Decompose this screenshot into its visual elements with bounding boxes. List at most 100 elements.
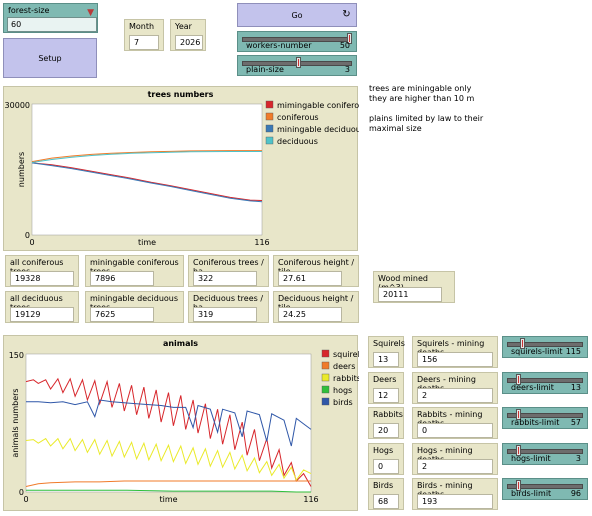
- plot-area: [31, 103, 263, 236]
- monitor-value: 2: [417, 387, 493, 403]
- year-monitor: Year 2026: [170, 19, 206, 51]
- animal-limit-slider[interactable]: rabbits-limit 57: [502, 407, 588, 429]
- monitor-value: 156: [417, 352, 493, 367]
- limit-value: 3: [575, 453, 581, 463]
- monitor-value: 12: [373, 387, 399, 403]
- chevron-down-icon: ▼: [87, 8, 94, 18]
- y-axis-label: animals numbers: [11, 388, 20, 457]
- x-axis-label: time: [138, 238, 156, 247]
- forest-size-label: forest-size: [8, 6, 50, 15]
- animal-deaths-monitor: Hogs - mining deaths2: [412, 442, 498, 475]
- go-button-label: Go: [291, 10, 303, 20]
- monitor-label: Deers: [373, 374, 397, 384]
- setup-button-label: Setup: [38, 53, 62, 63]
- monitor-value: 13: [373, 352, 399, 367]
- legend-label: coniferous: [277, 113, 319, 122]
- monitor-value: 20: [373, 423, 399, 438]
- legend-label: mimingable coniferous: [277, 101, 359, 110]
- monitor-value: 0: [417, 423, 493, 438]
- forever-loop-icon: ↻: [342, 9, 351, 20]
- year-label: Year: [175, 22, 192, 31]
- forest-size-chooser[interactable]: forest-size 60 ▼: [3, 3, 98, 33]
- legend-swatch: [321, 349, 330, 358]
- animal-count-monitor: Deers 12: [368, 371, 404, 404]
- legend-swatch: [265, 124, 274, 133]
- tree-monitor: Deciduous height / tile24.25: [273, 291, 359, 323]
- tree-monitor: all coniferous trees19328: [5, 255, 79, 287]
- month-value: 7: [129, 35, 159, 50]
- monitor-label: Squirels: [373, 339, 405, 348]
- monitor-value: 7896: [90, 271, 154, 286]
- legend-label: deers: [333, 362, 355, 371]
- monitor-value: 24.25: [278, 307, 342, 322]
- tree-monitor: Coniferous trees / ha322: [188, 255, 269, 287]
- tree-monitor: miningable coniferous trees7896: [85, 255, 184, 287]
- limit-value: 115: [565, 347, 581, 356]
- y-axis-label: numbers: [17, 152, 26, 187]
- monitor-value: 27.61: [278, 271, 342, 286]
- trees-chart: 3000000 116timenumbersmimingable conifero…: [5, 100, 359, 247]
- month-label: Month: [129, 22, 155, 31]
- limit-label: birds-limit: [511, 489, 552, 498]
- note-line: trees are miningable only: [369, 84, 472, 93]
- wood-mined-value: 20111: [378, 287, 442, 302]
- legend-label: squirels: [333, 350, 359, 359]
- wood-mined-monitor: Wood mined (m^3) 20111: [373, 271, 455, 303]
- animal-count-monitor: Hogs 0: [368, 442, 404, 475]
- trees-numbers-plot: trees numbers 30000 0 0 116 time numbers mimin…: [3, 86, 359, 251]
- note-line: they are higher than 10 m: [369, 94, 475, 103]
- monitor-value: 19328: [10, 271, 74, 286]
- x-tick-label: 116: [303, 495, 318, 504]
- legend-label: hogs: [333, 386, 352, 395]
- plain-size-value: 3: [344, 65, 350, 74]
- monitor-label: Rabbits: [373, 410, 403, 419]
- plain-size-slider[interactable]: plain-size 3: [237, 55, 357, 76]
- animal-deaths-monitor: Rabbits - mining deaths0: [412, 407, 498, 439]
- animal-count-monitor: Rabbits 20: [368, 407, 404, 439]
- limit-value: 13: [570, 382, 581, 392]
- legend-label: rabbits: [333, 374, 359, 383]
- animal-limit-slider[interactable]: deers-limit 13: [502, 371, 588, 394]
- legend-swatch: [265, 100, 274, 109]
- monitor-value: 2: [417, 458, 493, 474]
- animal-limit-slider[interactable]: birds-limit 96: [502, 478, 588, 500]
- limit-label: squirels-limit: [511, 347, 563, 356]
- legend-swatch: [321, 385, 330, 394]
- info-notes: trees are miningable only they are highe…: [369, 84, 549, 134]
- monitor-label: Birds: [373, 481, 394, 490]
- year-value: 2026: [175, 35, 203, 50]
- legend-swatch: [321, 361, 330, 370]
- tree-monitor: miningable deciduous trees7625: [85, 291, 184, 323]
- legend-label: birds: [333, 398, 353, 407]
- legend-swatch: [265, 112, 274, 121]
- x-tick-label: 116: [254, 238, 269, 247]
- limit-value: 96: [570, 489, 581, 498]
- tree-monitor: Deciduous trees / ha319: [188, 291, 269, 323]
- animal-limit-slider[interactable]: hogs-limit 3: [502, 442, 588, 465]
- animal-deaths-monitor: Squirels - mining deaths156: [412, 336, 498, 368]
- limit-label: hogs-limit: [511, 453, 551, 463]
- forest-size-value: 60: [7, 17, 97, 32]
- animal-limit-slider[interactable]: squirels-limit 115: [502, 336, 588, 358]
- x-axis-label: time: [159, 495, 177, 504]
- go-button[interactable]: Go ↻: [237, 3, 357, 27]
- setup-button[interactable]: Setup: [3, 38, 97, 78]
- workers-number-slider[interactable]: workers-number 50: [237, 31, 357, 52]
- legend-label: miningable deciduous: [277, 125, 359, 134]
- tree-monitor: Coniferous height / tile27.61: [273, 255, 359, 287]
- monitor-value: 319: [193, 307, 257, 322]
- limit-label: rabbits-limit: [511, 418, 560, 427]
- monitor-label: Hogs: [373, 445, 394, 455]
- monitor-value: 193: [417, 494, 493, 509]
- tree-monitor: all deciduous trees19129: [5, 291, 79, 323]
- monitor-value: 68: [373, 494, 399, 509]
- legend-label: deciduous: [277, 137, 318, 146]
- x-tick-label: 0: [23, 495, 28, 504]
- animal-deaths-monitor: Deers - mining deaths2: [412, 371, 498, 404]
- slider-knob[interactable]: [295, 57, 301, 68]
- legend-swatch: [321, 397, 330, 406]
- note-line: maximal size: [369, 124, 422, 133]
- plot-area: [25, 353, 312, 493]
- monitor-value: 7625: [90, 307, 154, 322]
- month-monitor: Month 7: [124, 19, 164, 51]
